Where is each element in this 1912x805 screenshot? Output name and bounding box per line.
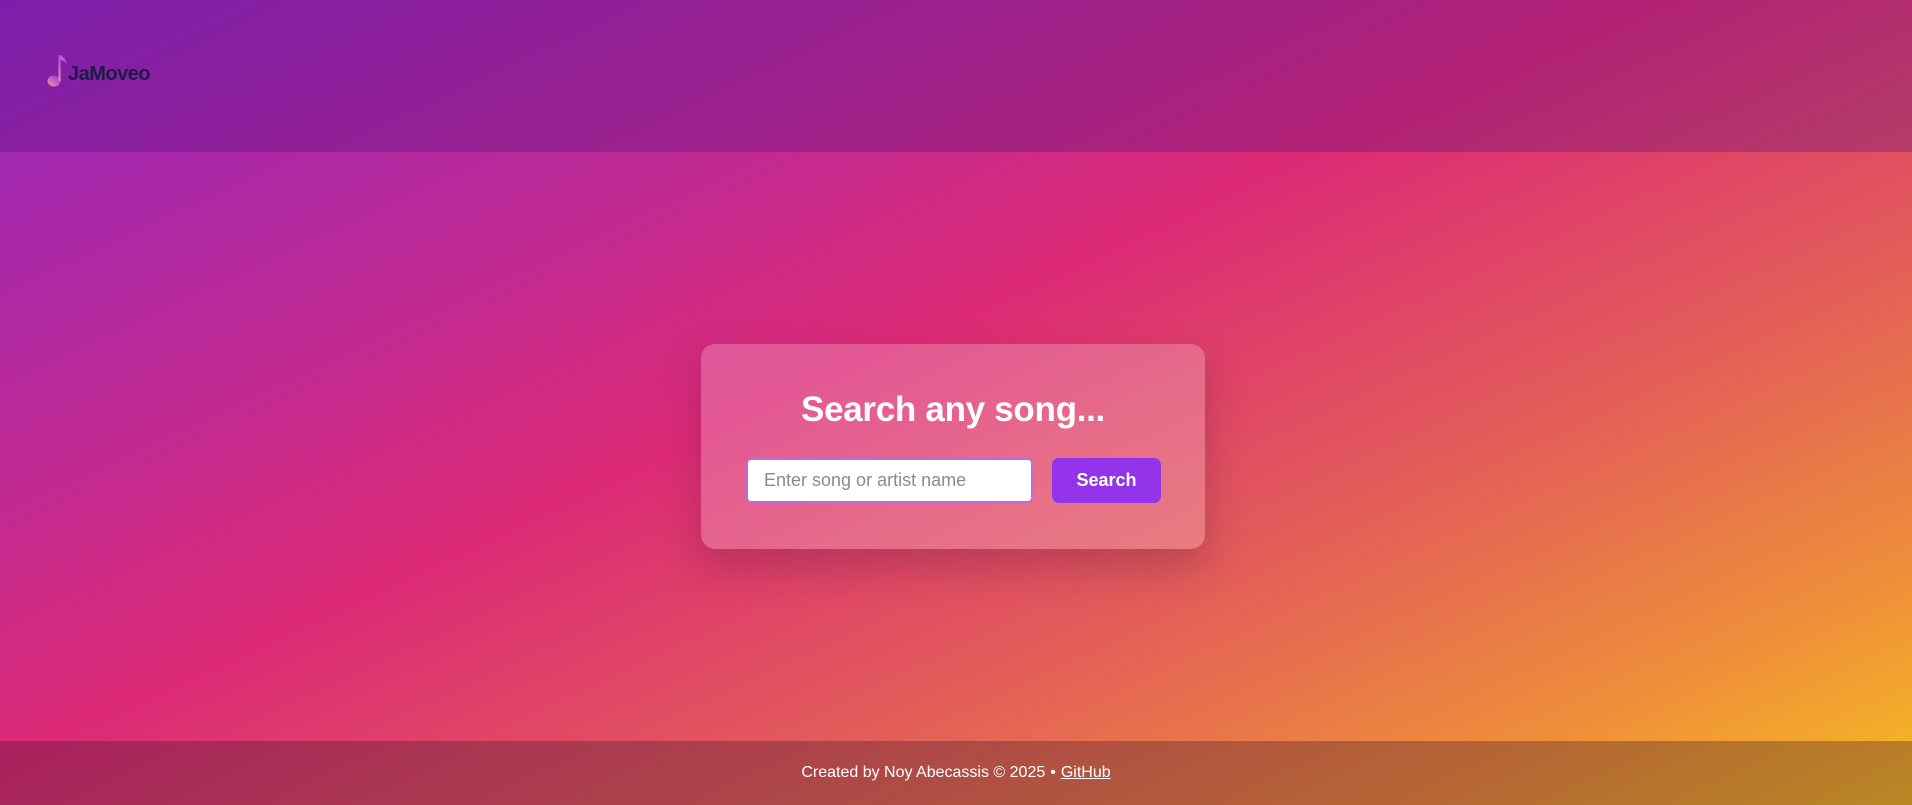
logo[interactable]: JaMoveo [46,52,151,88]
footer-credit: Created by Noy Abecassis © 2025 [801,764,1046,781]
footer: Created by Noy Abecassis © 2025 • GitHub [0,741,1912,805]
header: JaMoveo [0,0,1912,152]
search-title: Search any song... [801,390,1105,429]
logo-text: JaMoveo [68,63,151,85]
search-input[interactable] [746,458,1033,503]
search-card: Search any song... Search [701,344,1205,549]
search-button[interactable]: Search [1052,458,1161,503]
footer-separator: • [1050,764,1056,781]
github-link[interactable]: GitHub [1061,764,1111,782]
